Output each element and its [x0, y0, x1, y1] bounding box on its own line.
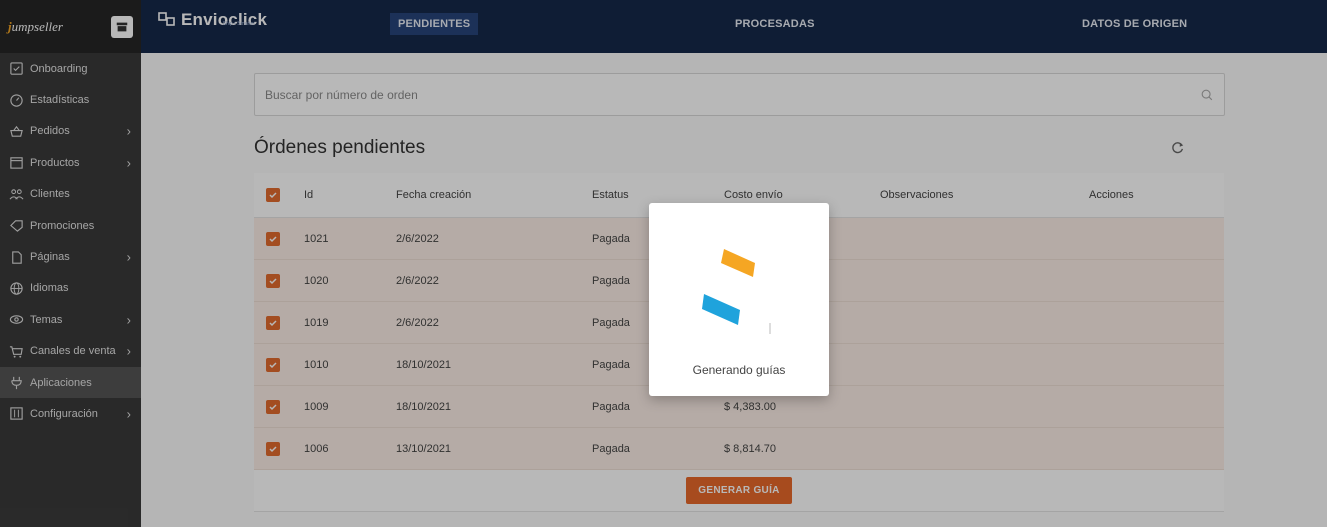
loading-modal: Generando guías — [649, 203, 829, 396]
loading-logo-icon — [702, 249, 771, 334]
loading-text: Generando guías — [692, 363, 786, 377]
